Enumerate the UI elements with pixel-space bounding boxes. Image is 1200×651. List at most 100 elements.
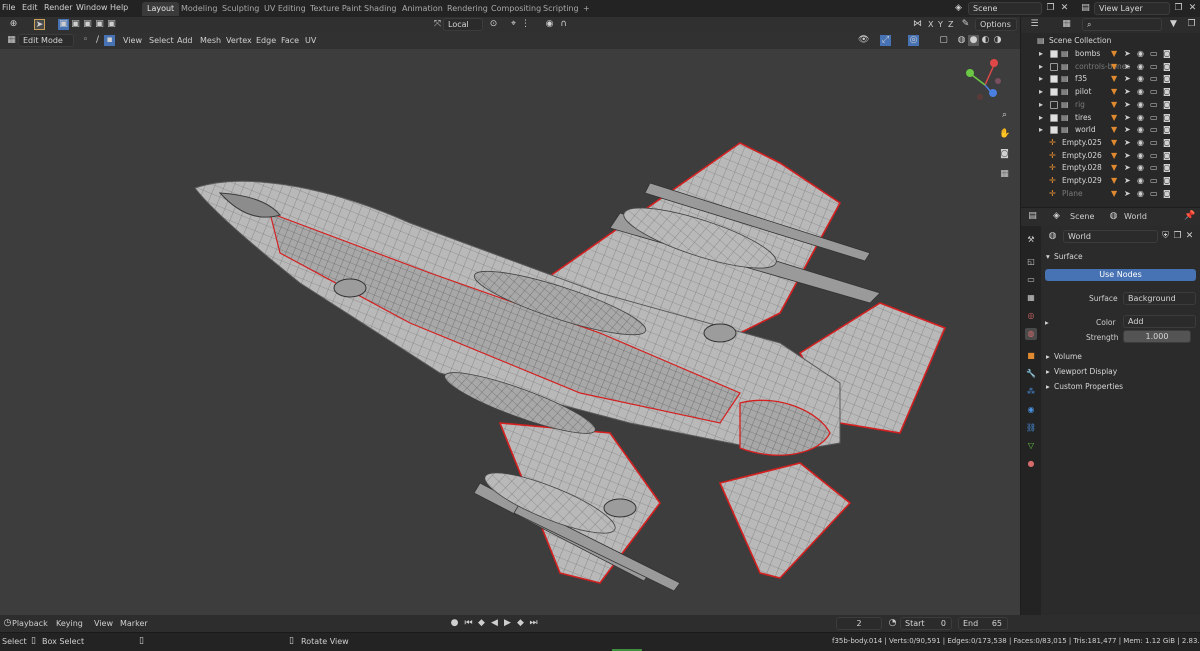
face-select-icon[interactable]: ▪ [104,35,115,46]
monitor-icon[interactable]: ▭ [1150,125,1158,134]
camera-icon[interactable]: ◙ [999,149,1010,160]
record-icon[interactable]: ● [449,618,460,629]
filter-funnel-icon[interactable]: ▼ [1111,138,1117,147]
viewport-display-arrow[interactable]: ▸ [1046,367,1050,376]
vertex-select-icon[interactable]: ◦ [80,35,91,46]
outliner-row[interactable]: ✛ Plane ▼ ➤ ◉ ▭ ◙ [1021,188,1200,200]
camera-render-icon[interactable]: ◙ [1163,87,1171,96]
filter-funnel-icon[interactable]: ▼ [1111,100,1117,109]
edge-select-icon[interactable]: ∕ [92,35,103,46]
menu-help[interactable]: Help [110,3,128,12]
outliner-row[interactable]: ✛ Empty.028 ▼ ➤ ◉ ▭ ◙ [1021,162,1200,174]
eye-icon[interactable]: ◉ [1137,87,1144,96]
outliner-row[interactable]: ▸ ▤ bombs ▼ ➤ ◉ ▭ ◙ [1021,48,1200,60]
object-tab-icon[interactable]: ■ [1025,350,1037,362]
outliner-search-input[interactable]: ⌕ [1082,18,1162,31]
exclude-checkbox[interactable] [1050,50,1058,58]
select-new-icon[interactable]: ▣ [58,19,69,30]
exclude-checkbox[interactable] [1050,126,1058,135]
eye-icon[interactable]: ◉ [1137,100,1144,109]
monitor-icon[interactable]: ▭ [1150,176,1158,185]
options-dropdown[interactable]: Options [975,18,1017,31]
outliner-row[interactable]: ▸ ▤ tires ▼ ➤ ◉ ▭ ◙ [1021,112,1200,124]
menu-mesh[interactable]: Mesh [200,36,221,45]
axis-x-toggle[interactable]: X [928,20,933,29]
pointer-icon[interactable]: ➤ [1124,49,1131,58]
tab-animation[interactable]: Animation [397,2,448,16]
navigation-gizmo[interactable] [960,55,1010,115]
camera-render-icon[interactable]: ◙ [1163,74,1171,83]
perspective-icon[interactable]: ▦ [999,169,1010,180]
expand-arrow-icon[interactable]: ▸ [1039,113,1043,122]
select-tool-icon[interactable]: ➤ [34,19,45,30]
filter-funnel-icon[interactable]: ▼ [1111,113,1117,122]
expand-arrow-icon[interactable]: ▸ [1039,87,1043,96]
pointer-icon[interactable]: ➤ [1124,176,1131,185]
3d-viewport[interactable]: ▦ Edit Mode ◦ ∕ ▪ View Select Add Mesh V… [0,33,1020,615]
tab-sculpting[interactable]: Sculpting [217,2,264,16]
monitor-icon[interactable]: ▭ [1150,138,1158,147]
copy-layer-icon[interactable]: ❐ [1173,3,1184,14]
copy-icon[interactable]: ❐ [1045,3,1056,14]
current-frame-input[interactable]: 2 [836,617,882,630]
pointer-icon[interactable]: ➤ [1124,100,1131,109]
visibility-icon[interactable]: 👁 [858,35,869,46]
camera-render-icon[interactable]: ◙ [1163,62,1171,71]
snap-grid-icon[interactable]: ⋮ [520,19,531,30]
jump-start-icon[interactable]: ⏮ [463,618,474,629]
color-dropdown[interactable]: Add [1123,315,1196,328]
properties-editor-icon[interactable]: ▤ [1027,211,1038,222]
physics-tab-icon[interactable]: ◉ [1025,404,1037,416]
pointer-icon[interactable]: ➤ [1124,189,1131,198]
eye-icon[interactable]: ◉ [1137,125,1144,134]
solid-shading-icon[interactable]: ● [968,35,979,46]
outliner-row[interactable]: ▸ ▤ f35 ▼ ➤ ◉ ▭ ◙ [1021,73,1200,85]
proportional-edit-icon[interactable]: ◉ [544,19,555,30]
outliner-row[interactable]: ▸ ▤ world ▼ ➤ ◉ ▭ ◙ [1021,124,1200,136]
expand-arrow-icon[interactable]: ▸ [1039,100,1043,109]
camera-render-icon[interactable]: ◙ [1163,100,1171,109]
surface-panel-arrow[interactable]: ▾ [1046,252,1050,261]
eye-icon[interactable]: ◉ [1137,49,1144,58]
wrench-icon[interactable]: ✎ [960,19,971,30]
world-name-field[interactable]: World [1063,230,1158,243]
add-workspace-button[interactable]: + [578,2,595,16]
custom-properties-arrow[interactable]: ▸ [1046,382,1050,391]
expand-arrow-icon[interactable]: ▸ [1039,49,1043,58]
material-shading-icon[interactable]: ◐ [980,35,991,46]
pointer-icon[interactable]: ➤ [1124,62,1131,71]
monitor-icon[interactable]: ▭ [1150,113,1158,122]
display-mode-icon[interactable]: ▦ [1061,19,1072,30]
scene-tab-icon[interactable]: ◎ [1025,310,1037,322]
eye-icon[interactable]: ◉ [1137,62,1144,71]
outliner-row[interactable]: ▸ ▤ pilot ▼ ➤ ◉ ▭ ◙ [1021,86,1200,98]
exclude-checkbox[interactable] [1050,75,1058,84]
camera-render-icon[interactable]: ◙ [1163,163,1171,172]
select-subtract-icon[interactable]: ▣ [82,19,93,30]
particles-tab-icon[interactable]: ⁂ [1025,386,1037,398]
menu-render[interactable]: Render [44,3,72,12]
monitor-icon[interactable]: ▭ [1150,100,1158,109]
render-tab-icon[interactable]: ◱ [1025,256,1037,268]
close-icon[interactable]: ✕ [1059,3,1070,14]
scene-field[interactable]: Scene [968,2,1042,15]
menu-edge[interactable]: Edge [256,36,276,45]
eye-icon[interactable]: ◉ [1137,163,1144,172]
tab-scripting[interactable]: Scripting [538,2,584,16]
marker-menu[interactable]: Marker [120,619,148,628]
world-tab-icon[interactable]: ◍ [1025,328,1037,340]
outliner-row[interactable]: ✛ Empty.026 ▼ ➤ ◉ ▭ ◙ [1021,150,1200,162]
filter-funnel-icon[interactable]: ▼ [1111,74,1117,83]
view-layer-icon[interactable]: ▤ [1080,3,1091,14]
filter-funnel-icon[interactable]: ▼ [1111,87,1117,96]
expand-arrow-icon[interactable]: ▸ [1039,125,1043,134]
monitor-icon[interactable]: ▭ [1150,163,1158,172]
output-tab-icon[interactable]: ▭ [1025,274,1037,286]
select-intersect-icon[interactable]: ▣ [106,19,117,30]
scene-collection-row[interactable]: ▤ Scene Collection [1021,35,1200,47]
camera-render-icon[interactable]: ◙ [1163,49,1171,58]
axis-y-toggle[interactable]: Y [938,20,943,29]
filter-funnel-icon[interactable]: ▼ [1111,49,1117,58]
unlink-icon[interactable]: ✕ [1184,231,1195,242]
eye-icon[interactable]: ◉ [1137,189,1144,198]
